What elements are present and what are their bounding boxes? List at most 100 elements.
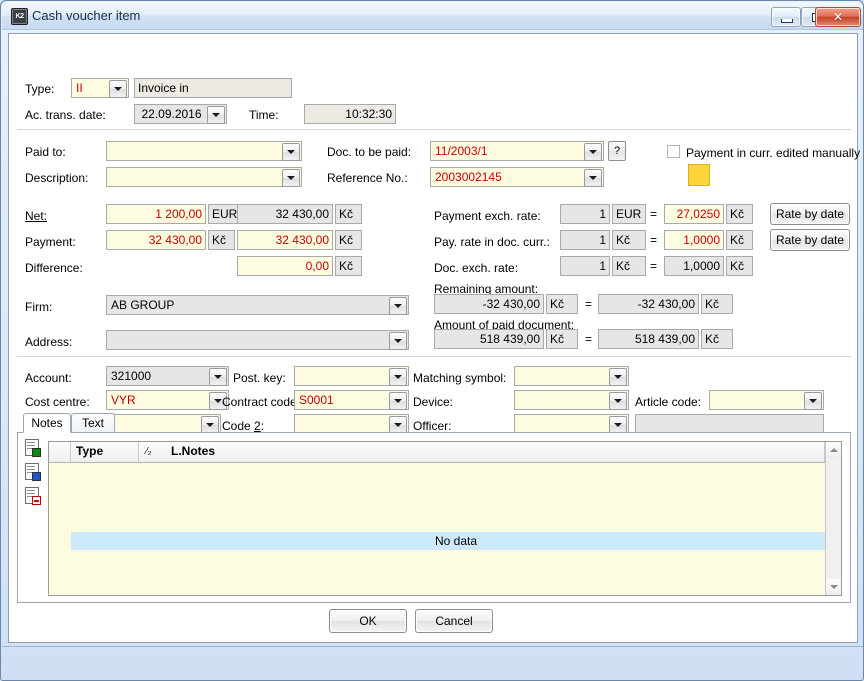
equals-sign: = [650, 259, 658, 273]
chevron-down-icon[interactable] [207, 106, 225, 124]
chevron-down-icon[interactable] [389, 297, 407, 315]
address-combo[interactable] [106, 330, 409, 350]
doc-exch-right: 1,0000 [664, 256, 724, 276]
tab-strip: Notes Text [17, 413, 851, 433]
doc-help-button[interactable]: ? [608, 141, 626, 161]
chevron-down-icon[interactable] [389, 332, 407, 350]
minimize-icon [781, 19, 793, 23]
grid-empty-message: No data [71, 532, 841, 550]
reference-no-combo[interactable]: 2003002145 [430, 167, 604, 187]
ok-button[interactable]: OK [329, 609, 407, 633]
divider-1 [17, 129, 851, 130]
dialog-client-area: Type: II Invoice in Ac. trans. date: 22.… [8, 33, 860, 643]
doc-to-be-paid-value: 11/2003/1 [430, 141, 604, 161]
remaining-right-currency: Kč [701, 294, 733, 314]
matching-symbol-combo[interactable] [514, 366, 629, 386]
doc-exch-left: 1 [560, 256, 610, 276]
payment-curr-manual-checkbox[interactable] [667, 145, 680, 158]
cost-centre-label: Cost centre: [25, 395, 90, 409]
contract-code-label: Contract code: [222, 395, 301, 409]
payment-value-1[interactable]: 32 430,00 [106, 230, 206, 250]
paid-to-combo[interactable] [106, 141, 302, 161]
type-description: Invoice in [134, 78, 292, 98]
edit-note-icon[interactable] [25, 463, 41, 481]
column-header-lnotes[interactable]: L.Notes [139, 442, 825, 462]
payment-label: Payment: [25, 235, 76, 249]
column-header-type[interactable]: Type [71, 442, 139, 462]
description-combo[interactable] [106, 167, 302, 187]
pay-rate-doc-left: 1 [560, 230, 610, 250]
tab-notes[interactable]: Notes [23, 413, 71, 433]
chevron-down-icon[interactable] [609, 392, 627, 410]
notes-tab-panel: Type ⁄₂ L.Notes No data [17, 432, 851, 603]
tab-text[interactable]: Text [71, 413, 115, 433]
article-code-combo[interactable] [709, 390, 824, 410]
payment-exch-left: 1 [560, 204, 610, 224]
rate-by-date-button-2[interactable]: Rate by date [770, 229, 850, 251]
post-key-combo[interactable] [294, 366, 409, 386]
equals-sign: = [585, 332, 593, 346]
doc-exch-right-currency: Kč [726, 256, 753, 276]
cost-centre-combo[interactable]: VYR [106, 390, 229, 410]
chevron-down-icon[interactable] [584, 169, 602, 187]
payment-exch-right[interactable]: 27,0250 [664, 204, 724, 224]
chevron-down-icon[interactable] [389, 368, 407, 386]
difference-value: 0,00 [237, 256, 333, 276]
equals-sign: = [650, 207, 658, 221]
title-bar: K2 Cash voucher item ✕ [2, 2, 863, 30]
doc-exch-rate-label: Doc. exch. rate: [434, 261, 519, 275]
ac-trans-date-label: Ac. trans. date: [25, 108, 106, 122]
dialog-footer: OK Cancel [9, 609, 859, 639]
scroll-down-icon[interactable] [826, 579, 841, 595]
address-value [106, 330, 409, 350]
chevron-down-icon[interactable] [209, 368, 227, 386]
grid-vertical-scrollbar[interactable] [825, 442, 841, 595]
contract-code-combo[interactable]: S0001 [294, 390, 409, 410]
notes-grid[interactable]: Type ⁄₂ L.Notes No data [48, 441, 842, 596]
pay-rate-doc-left-currency: Kč [612, 230, 646, 250]
chevron-down-icon[interactable] [584, 143, 602, 161]
reference-no-value: 2003002145 [430, 167, 604, 187]
payment-exch-left-currency: EUR [612, 204, 646, 224]
chevron-down-icon[interactable] [282, 143, 300, 161]
chevron-down-icon[interactable] [109, 80, 127, 98]
matching-symbol-label: Matching symbol: [413, 371, 507, 385]
chevron-down-icon[interactable] [282, 169, 300, 187]
chevron-down-icon[interactable] [804, 392, 822, 410]
remaining-right: -32 430,00 [598, 294, 699, 314]
firm-combo[interactable]: AB GROUP [106, 295, 409, 315]
firm-value: AB GROUP [106, 295, 409, 315]
scroll-up-icon[interactable] [826, 442, 841, 458]
difference-currency: Kč [335, 256, 362, 276]
paid-doc-right: 518 439,00 [598, 329, 699, 349]
post-key-label: Post. key: [233, 371, 286, 385]
add-note-icon[interactable] [25, 439, 41, 457]
time-label: Time: [249, 108, 279, 122]
ac-trans-date-combo[interactable]: 22.09.2016 [134, 104, 227, 124]
type-combo[interactable]: II [71, 78, 129, 98]
description-label: Description: [25, 171, 89, 185]
device-combo[interactable] [514, 390, 629, 410]
delete-note-icon[interactable] [25, 487, 41, 505]
color-swatch[interactable] [688, 164, 710, 186]
article-code-label: Article code: [635, 395, 702, 409]
row-selector-header [49, 442, 71, 462]
net-label: Net: [25, 209, 48, 223]
pay-rate-doc-label: Pay. rate in doc. curr.: [434, 235, 550, 249]
cancel-button[interactable]: Cancel [415, 609, 493, 633]
notes-tab-area: Notes Text Type ⁄₂ L.Notes No data [17, 413, 851, 603]
device-label: Device: [413, 395, 454, 409]
account-label: Account: [25, 371, 72, 385]
paid-doc-left: 518 439,00 [434, 329, 544, 349]
chevron-down-icon[interactable] [609, 368, 627, 386]
close-button[interactable]: ✕ [815, 7, 861, 27]
net-value-1[interactable]: 1 200,00 [106, 204, 206, 224]
reference-no-label: Reference No.: [327, 171, 408, 185]
account-combo[interactable]: 321000 [106, 366, 229, 386]
pay-rate-doc-right[interactable]: 1,0000 [664, 230, 724, 250]
chevron-down-icon[interactable] [389, 392, 407, 410]
minimize-button[interactable] [771, 7, 801, 27]
rate-by-date-button-1[interactable]: Rate by date [770, 203, 850, 225]
doc-to-be-paid-combo[interactable]: 11/2003/1 [430, 141, 604, 161]
payment-value-2[interactable]: 32 430,00 [237, 230, 333, 250]
